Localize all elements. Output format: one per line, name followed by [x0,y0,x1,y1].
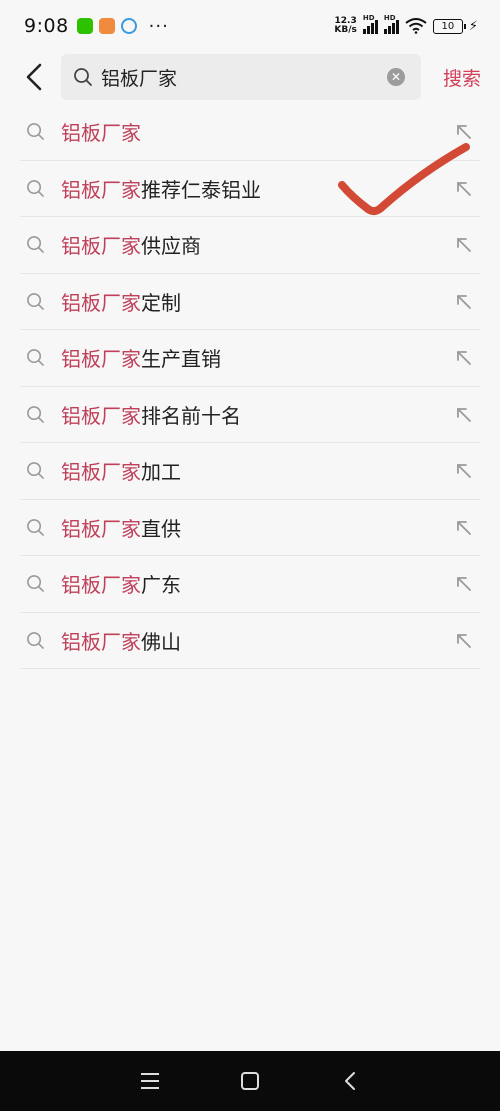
search-icon [27,631,44,649]
suggestion-text: 铝板厂家排名前十名 [61,400,241,429]
status-indicators: 12.3 KB/s HD HD 10 ⚡ [334,14,478,35]
search-icon [27,518,44,536]
suggestion-rest: 佛山 [141,629,181,654]
fill-query-arrow-icon[interactable] [454,631,474,651]
suggestion-item[interactable]: 铝板厂家佛山 [20,613,480,669]
suggestion-highlight: 铝板厂家 [61,516,141,541]
suggestion-highlight: 铝板厂家 [61,290,141,315]
suggestion-rest: 加工 [141,460,181,485]
suggestion-item[interactable]: 铝板厂家 [20,104,480,161]
suggestion-highlight: 铝板厂家 [61,234,141,259]
suggestion-highlight: 铝板厂家 [61,460,141,485]
fill-query-arrow-icon[interactable] [454,348,474,368]
suggestion-item[interactable]: 铝板厂家推荐仁泰铝业 [20,161,480,217]
suggestion-text: 铝板厂家 [61,117,141,146]
search-icon [27,292,44,310]
suggestion-highlight: 铝板厂家 [61,629,141,654]
suggestion-text: 铝板厂家加工 [61,456,181,485]
suggestion-highlight: 铝板厂家 [61,121,141,146]
signal-icon-1: HD [362,14,378,34]
suggestion-item[interactable]: 铝板厂家加工 [20,443,480,500]
clear-search-button[interactable]: ✕ [387,68,405,86]
suggestion-rest: 定制 [141,290,181,315]
search-icon [27,236,44,254]
suggestion-text: 铝板厂家定制 [61,287,181,316]
hd-label: HD [362,14,375,22]
fill-query-arrow-icon[interactable] [454,574,474,594]
suggestion-rest: 供应商 [141,234,201,259]
close-icon: ✕ [390,70,402,84]
fill-query-arrow-icon[interactable] [454,518,474,538]
qq-icon [120,18,137,34]
suggestion-item[interactable]: 铝板厂家广东 [20,556,480,613]
menu-button[interactable] [135,1066,165,1096]
search-header: ✕ 搜索 [0,52,500,102]
suggestion-text: 铝板厂家供应商 [61,230,201,259]
network-speed-unit: KB/s [334,25,357,35]
hd-label: HD [383,14,396,22]
suggestion-item[interactable]: 铝板厂家定制 [20,274,480,330]
charging-icon: ⚡ [468,18,478,34]
status-bar: 9:08 ··· 12.3 KB/s HD HD 10 ⚡ [0,0,500,52]
suggestion-rest: 推荐仁泰铝业 [141,177,261,202]
signal-icon-2: HD [383,14,399,34]
search-icon [74,68,92,86]
suggestion-item[interactable]: 铝板厂家生产直销 [20,330,480,387]
wechat-icon [76,18,93,34]
fill-query-arrow-icon[interactable] [454,461,474,481]
suggestion-text: 铝板厂家广东 [61,569,181,598]
status-time: 9:08 [24,15,69,37]
search-input[interactable] [101,66,371,88]
more-notifications-icon: ··· [148,15,169,37]
suggestion-highlight: 铝板厂家 [61,403,141,428]
notification-icons: ··· [76,15,169,37]
fill-query-arrow-icon[interactable] [454,235,474,255]
suggestion-highlight: 铝板厂家 [61,347,141,372]
chevron-left-icon [26,63,42,91]
suggestion-list: 铝板厂家 铝板厂家推荐仁泰铝业 铝板厂家供应商 铝板厂家定制 铝板厂家生产直销 铝板厂家排… [20,104,480,669]
suggestion-item[interactable]: 铝板厂家直供 [20,500,480,556]
search-icon [27,123,44,141]
search-icon [27,405,44,423]
suggestion-item[interactable]: 铝板厂家供应商 [20,217,480,274]
suggestion-text: 铝板厂家推荐仁泰铝业 [61,174,261,203]
suggestion-highlight: 铝板厂家 [61,177,141,202]
back-button[interactable] [10,52,58,102]
search-submit-button[interactable]: 搜索 [443,64,481,91]
home-square-icon [241,1072,259,1090]
search-icon [27,462,44,480]
fill-query-arrow-icon[interactable] [454,292,474,312]
system-nav-bar [0,1051,500,1111]
suggestion-text: 铝板厂家佛山 [61,626,181,655]
battery-icon: 10 [432,18,466,34]
wifi-icon [405,18,427,34]
search-icon [27,575,44,593]
search-icon [27,349,44,367]
suggestion-rest: 排名前十名 [141,403,241,428]
fill-query-arrow-icon[interactable] [454,122,474,142]
fill-query-arrow-icon[interactable] [454,405,474,425]
suggestion-text: 铝板厂家生产直销 [61,343,221,372]
search-box[interactable]: ✕ [61,54,421,100]
suggestion-rest: 直供 [141,516,181,541]
nav-back-button[interactable] [335,1066,365,1096]
suggestion-text: 铝板厂家直供 [61,513,181,542]
suggestion-highlight: 铝板厂家 [61,573,141,598]
fill-query-arrow-icon[interactable] [454,179,474,199]
search-icon [27,179,44,197]
suggestion-rest: 广东 [141,573,181,598]
home-button[interactable] [235,1066,265,1096]
back-arrow-icon [345,1072,355,1090]
network-speed: 12.3 KB/s [334,17,356,35]
app-notification-icon [98,18,115,34]
menu-icon [141,1073,159,1089]
suggestion-item[interactable]: 铝板厂家排名前十名 [20,387,480,443]
suggestion-rest: 生产直销 [141,347,221,372]
